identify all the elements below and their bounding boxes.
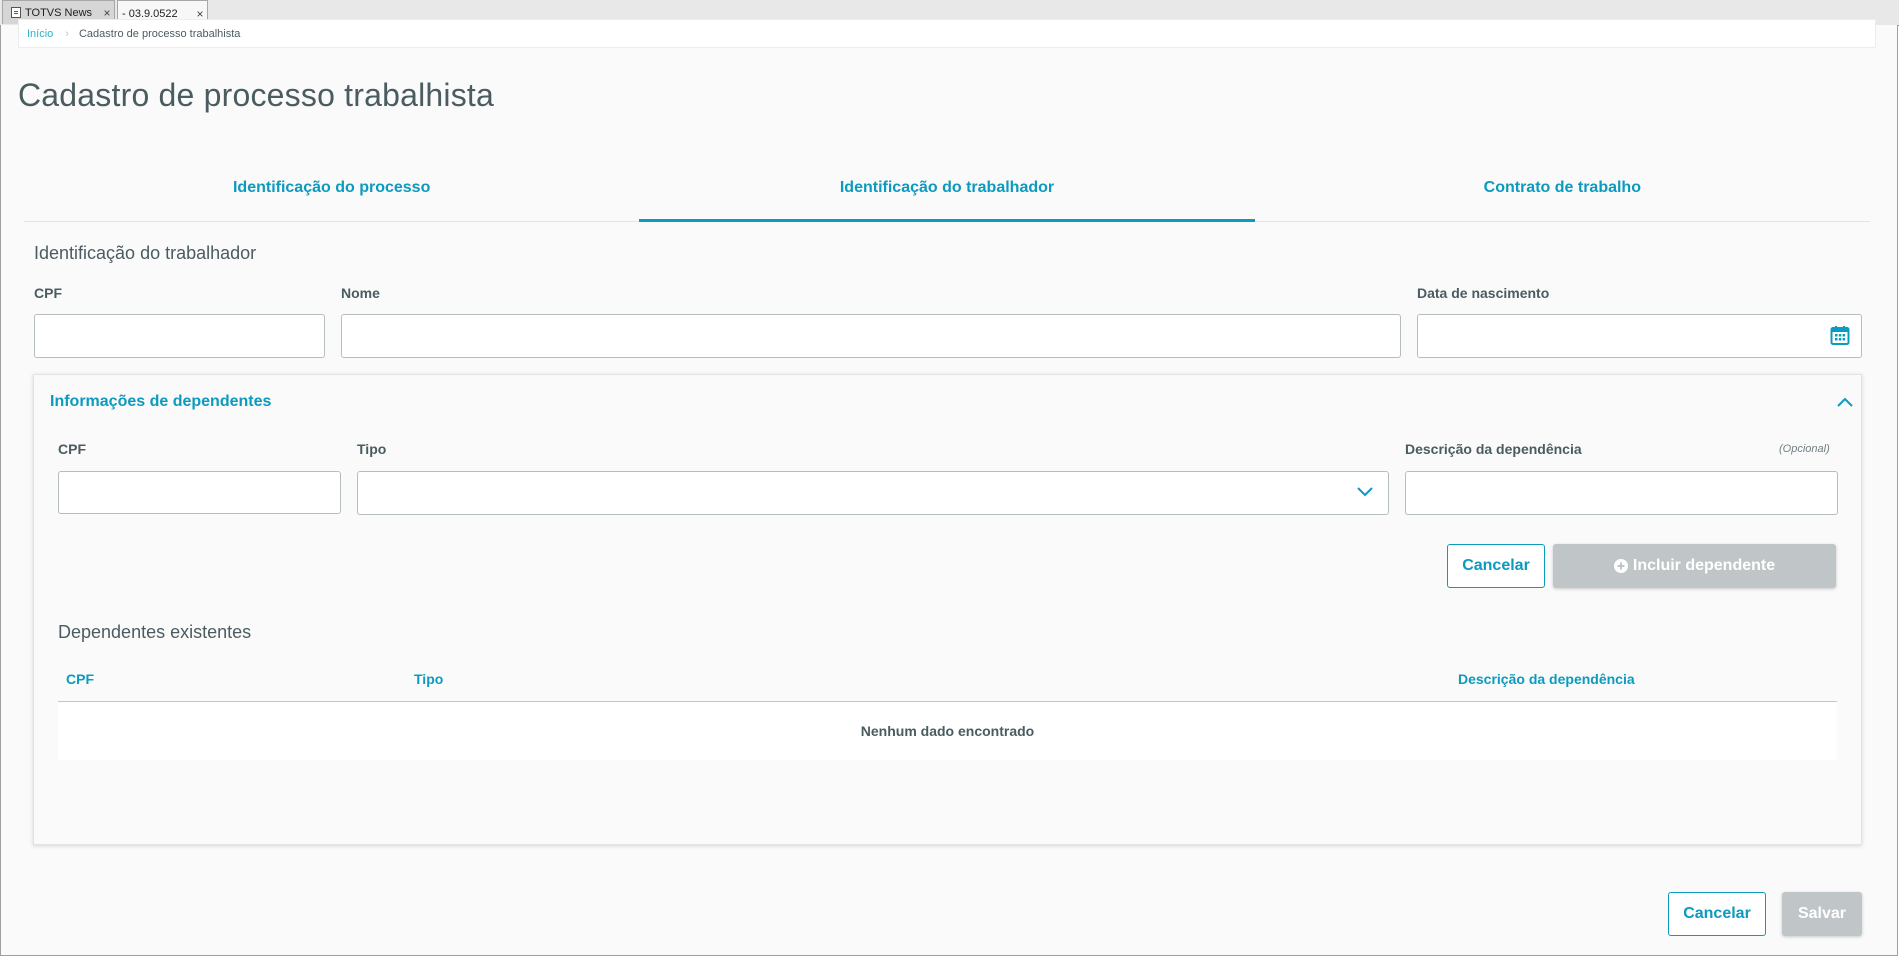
column-header-tipo[interactable]: Tipo [414,671,443,687]
dependent-cpf-label: CPF [58,441,86,457]
breadcrumb-current: Cadastro de processo trabalhista [78,27,241,40]
dependent-cpf-input[interactable] [58,471,341,514]
dependent-descricao-label: Descrição da dependência [1405,441,1582,457]
nome-input[interactable] [341,314,1401,358]
optional-tag: (Opcional) [1779,443,1830,455]
chevron-down-icon[interactable] [1357,487,1373,497]
add-dependent-label: Incluir dependente [1632,557,1776,574]
data-nascimento-input[interactable] [1417,314,1862,358]
dependents-panel-title[interactable]: Informações de dependentes [50,393,271,411]
section-title-trabalhador: Identificação do trabalhador [34,243,257,263]
dependents-panel: Informações de dependentes [33,374,1862,845]
plus-circle-icon [1613,559,1628,573]
close-icon[interactable]: × [100,6,114,20]
window-tab-label: - 03.9.0522 [122,7,178,20]
cancel-button[interactable]: Cancelar [1668,892,1766,936]
add-dependent-button[interactable]: Incluir dependente [1553,544,1836,588]
tab-contrato-trabalho[interactable]: Contrato de trabalho [1255,161,1870,221]
dependent-descricao-input[interactable] [1405,471,1838,515]
cpf-label: CPF [34,285,62,301]
save-button[interactable]: Salvar [1782,892,1862,936]
chevron-up-icon[interactable] [1837,397,1853,407]
window-tab-label: TOTVS News [25,6,93,19]
nome-label: Nome [341,285,380,301]
dependents-table-header: CPF Tipo Descrição da dependência [58,661,1837,702]
tab-identificacao-trabalhador[interactable]: Identificação do trabalhador [639,161,1255,222]
dependent-tipo-select[interactable] [357,471,1389,515]
existing-dependents-title: Dependentes existentes [58,622,252,642]
table-empty-row: Nenhum dado encontrado [58,702,1837,760]
document-icon [11,7,21,18]
page-title: Cadastro de processo trabalhista [18,77,494,113]
cpf-input[interactable] [34,314,325,358]
dependent-tipo-label: Tipo [357,441,387,457]
breadcrumb: Início › Cadastro de processo trabalhist… [18,19,1876,48]
column-header-descricao[interactable]: Descrição da dependência [1458,671,1635,687]
tab-bar: Identificação do processo Identificação … [24,161,1870,222]
dependent-cancel-button[interactable]: Cancelar [1447,544,1545,588]
breadcrumb-home-link[interactable]: Início [19,28,65,40]
column-header-cpf[interactable]: CPF [66,671,94,687]
breadcrumb-separator-icon: › [65,27,69,40]
data-nascimento-label: Data de nascimento [1417,285,1550,301]
tab-identificacao-processo[interactable]: Identificação do processo [24,161,639,221]
calendar-icon[interactable] [1830,325,1850,346]
